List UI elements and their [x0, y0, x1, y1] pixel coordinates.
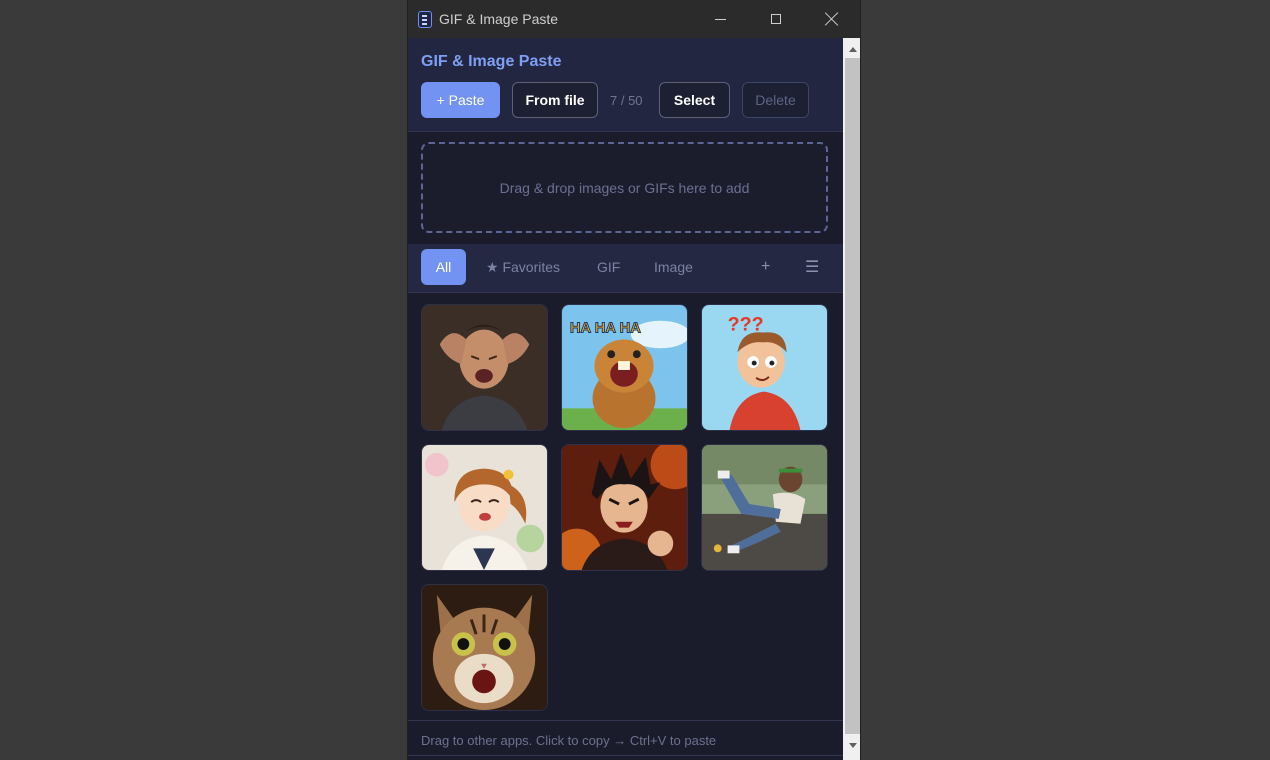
man-slipping-image: [702, 445, 827, 570]
beaver-caption: HA HA HA: [570, 321, 641, 337]
window-title: GIF & Image Paste: [439, 11, 559, 27]
tab-image[interactable]: Image: [654, 249, 693, 285]
image-gallery: HA HA HA ???: [421, 304, 841, 724]
toolbar-header: GIF & Image Paste + Paste From file 7 / …: [408, 38, 843, 132]
status-hint: Drag to other apps. Click to copy → Ctrl…: [421, 733, 717, 748]
app-window: GIF & Image Paste GIF & Image Paste + Pa…: [407, 0, 861, 760]
tab-gif[interactable]: GIF: [597, 249, 620, 285]
maximize-icon: [771, 14, 781, 24]
vertical-scrollbar[interactable]: [843, 38, 860, 760]
anime-girl-image: [422, 445, 547, 570]
paste-button[interactable]: + Paste: [421, 82, 500, 118]
scroll-up-button[interactable]: [843, 40, 860, 58]
shocked-cat-image: [422, 585, 547, 710]
confused-caption: ???: [728, 314, 764, 336]
confused-boy-image: ???: [702, 305, 827, 430]
laughing-beaver-thumbnail[interactable]: HA HA HA: [561, 304, 688, 431]
close-button[interactable]: [804, 0, 860, 38]
scrollbar-thumb[interactable]: [845, 58, 860, 734]
delete-button[interactable]: Delete: [742, 82, 809, 118]
close-icon: [825, 12, 839, 26]
status-bar: Drag to other apps. Click to copy → Ctrl…: [408, 720, 843, 759]
minimize-button[interactable]: [692, 0, 748, 38]
select-button[interactable]: Select: [659, 82, 730, 118]
stressed-man-image: [422, 305, 547, 430]
scroll-down-button[interactable]: [843, 736, 860, 754]
confused-cartoon-boy-thumbnail[interactable]: ???: [701, 304, 828, 431]
maximize-button[interactable]: [748, 0, 804, 38]
bottom-divider: [408, 755, 843, 756]
minimize-icon: [714, 18, 726, 20]
add-tab-button[interactable]: +: [761, 249, 770, 285]
happy-anime-girl-thumbnail[interactable]: [421, 444, 548, 571]
stressed-man-thumbnail[interactable]: [421, 304, 548, 431]
anime-boy-image: [562, 445, 687, 570]
from-file-button[interactable]: From file: [512, 82, 598, 118]
item-count: 7 / 50: [610, 93, 643, 108]
scroll-down-arrow-icon: [848, 742, 857, 748]
main-content: GIF & Image Paste + Paste From file 7 / …: [408, 38, 843, 760]
drop-zone[interactable]: Drag & drop images or GIFs here to add: [421, 142, 828, 233]
tab-favorites[interactable]: ★ Favorites: [486, 249, 560, 285]
window-controls: [692, 0, 860, 38]
menu-icon[interactable]: ☰: [805, 249, 819, 285]
angry-anime-boy-thumbnail[interactable]: [561, 444, 688, 571]
man-slipping-thumbnail[interactable]: [701, 444, 828, 571]
title-bar[interactable]: GIF & Image Paste: [408, 0, 860, 38]
laughing-beaver-image: HA HA HA: [562, 305, 687, 430]
shocked-cat-thumbnail[interactable]: [421, 584, 548, 711]
filter-tabs: All ★ Favorites GIF Image + ☰: [408, 244, 843, 293]
scroll-up-arrow-icon: [848, 46, 857, 52]
drop-zone-text: Drag & drop images or GIFs here to add: [499, 179, 750, 196]
app-heading: GIF & Image Paste: [421, 53, 562, 70]
app-clipboard-icon: [418, 10, 432, 28]
tab-all[interactable]: All: [421, 249, 466, 285]
